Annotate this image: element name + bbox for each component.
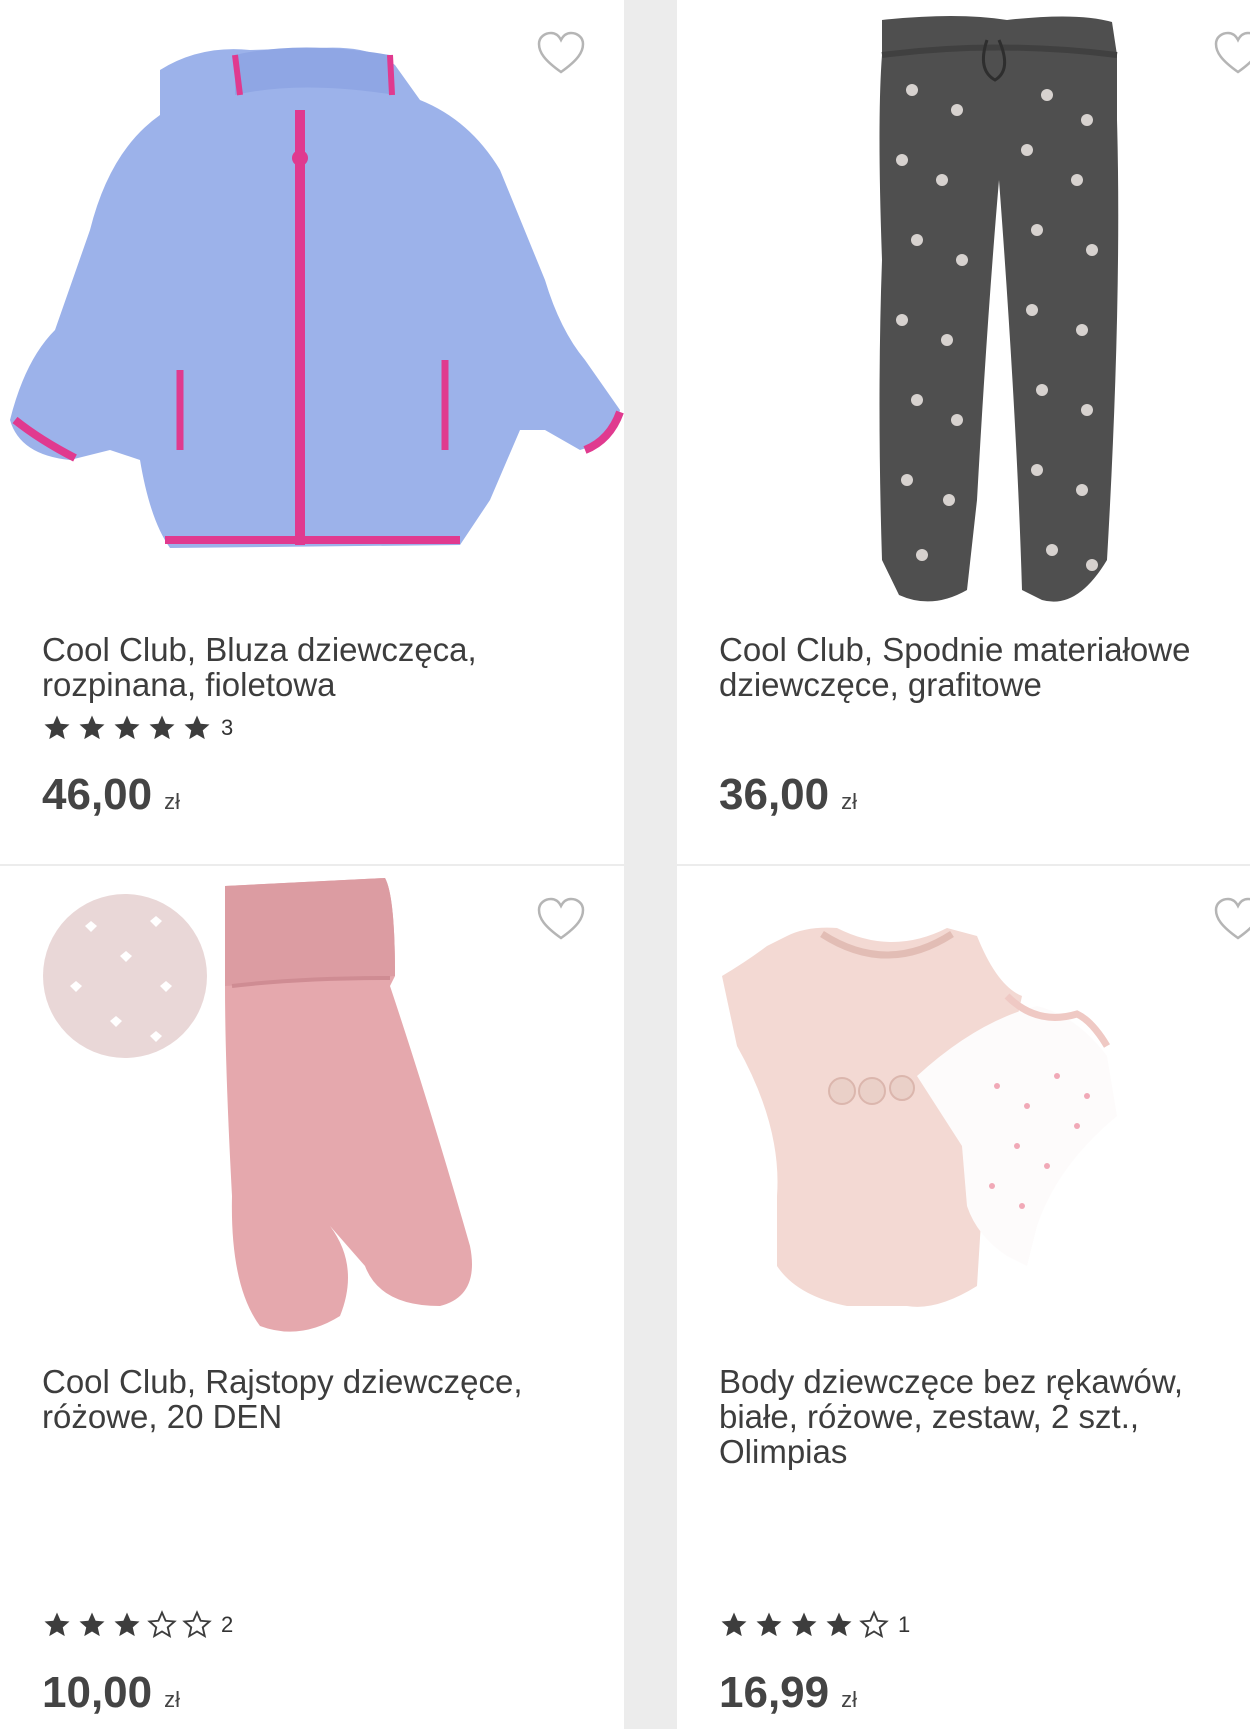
star-empty-icon bbox=[182, 1610, 212, 1639]
favorite-heart-icon[interactable] bbox=[1213, 896, 1250, 942]
price-currency: zł bbox=[164, 1687, 180, 1712]
star-filled-icon bbox=[826, 1612, 852, 1637]
product-title-line: rozpinana, fioletowa bbox=[42, 666, 336, 703]
price-currency: zł bbox=[164, 789, 180, 814]
star-filled-icon bbox=[114, 1612, 140, 1637]
product-title-line: Body dziewczęce bez rękawów, bbox=[719, 1363, 1184, 1400]
product-title-line: dziewczęce, grafitowe bbox=[719, 666, 1042, 703]
product-price: 36,00 zł bbox=[719, 770, 857, 820]
product-title-line: Olimpias bbox=[719, 1433, 848, 1470]
price-value: 46,00 bbox=[42, 770, 153, 819]
product-title-line: Cool Club, Bluza dziewczęca, bbox=[42, 631, 477, 668]
product-image-polka-dot-pants[interactable] bbox=[677, 0, 1250, 610]
rating-count: 1 bbox=[898, 1612, 911, 1637]
star-filled-icon bbox=[756, 1612, 782, 1637]
rating-count: 2 bbox=[221, 1612, 234, 1637]
product-card[interactable]: Cool Club, Spodnie materiałowe dziewczęc… bbox=[677, 0, 1250, 864]
product-image-bodysuits[interactable] bbox=[677, 866, 1250, 1346]
product-price: 16,99 zł bbox=[719, 1668, 857, 1718]
star-filled-icon bbox=[79, 1612, 105, 1637]
star-filled-icon bbox=[721, 1612, 747, 1637]
rating: 1 bbox=[719, 1610, 910, 1640]
product-title[interactable]: Cool Club, Bluza dziewczęca, rozpinana, … bbox=[42, 632, 602, 702]
rating: 2 bbox=[42, 1610, 233, 1640]
product-price: 10,00 zł bbox=[42, 1668, 180, 1718]
star-empty-icon bbox=[147, 1610, 177, 1639]
star-filled-icon bbox=[44, 1612, 70, 1637]
product-card[interactable]: Cool Club, Rajstopy dziewczęce, różowe, … bbox=[0, 866, 624, 1729]
favorite-heart-icon[interactable] bbox=[536, 30, 586, 76]
product-card[interactable]: Body dziewczęce bez rękawów, białe, różo… bbox=[677, 866, 1250, 1729]
product-title[interactable]: Cool Club, Rajstopy dziewczęce, różowe, … bbox=[42, 1364, 602, 1434]
star-filled-icon bbox=[44, 715, 70, 740]
price-value: 16,99 bbox=[719, 1668, 830, 1717]
star-empty-icon bbox=[859, 1610, 889, 1639]
price-value: 10,00 bbox=[42, 1668, 153, 1717]
price-value: 36,00 bbox=[719, 770, 830, 819]
star-filled-icon bbox=[791, 1612, 817, 1637]
product-title[interactable]: Cool Club, Spodnie materiałowe dziewczęc… bbox=[719, 632, 1250, 702]
product-image-fleece-jacket[interactable] bbox=[0, 0, 624, 600]
product-title-line: różowe, 20 DEN bbox=[42, 1398, 283, 1435]
product-card[interactable]: Cool Club, Bluza dziewczęca, rozpinana, … bbox=[0, 0, 624, 864]
product-title-line: białe, różowe, zestaw, 2 szt., bbox=[719, 1398, 1140, 1435]
star-filled-icon bbox=[149, 715, 175, 740]
rating: 3 bbox=[42, 713, 233, 743]
price-currency: zł bbox=[841, 789, 857, 814]
product-image-pink-tights[interactable] bbox=[0, 866, 624, 1336]
star-filled-icon bbox=[184, 715, 210, 740]
product-title[interactable]: Body dziewczęce bez rękawów, białe, różo… bbox=[719, 1364, 1250, 1469]
favorite-heart-icon[interactable] bbox=[1213, 30, 1250, 76]
favorite-heart-icon[interactable] bbox=[536, 896, 586, 942]
price-currency: zł bbox=[841, 1687, 857, 1712]
product-title-line: Cool Club, Rajstopy dziewczęce, bbox=[42, 1363, 523, 1400]
rating-count: 3 bbox=[221, 715, 234, 740]
star-filled-icon bbox=[79, 715, 105, 740]
product-title-line: Cool Club, Spodnie materiałowe bbox=[719, 631, 1191, 668]
product-price: 46,00 zł bbox=[42, 770, 180, 820]
star-filled-icon bbox=[114, 715, 140, 740]
